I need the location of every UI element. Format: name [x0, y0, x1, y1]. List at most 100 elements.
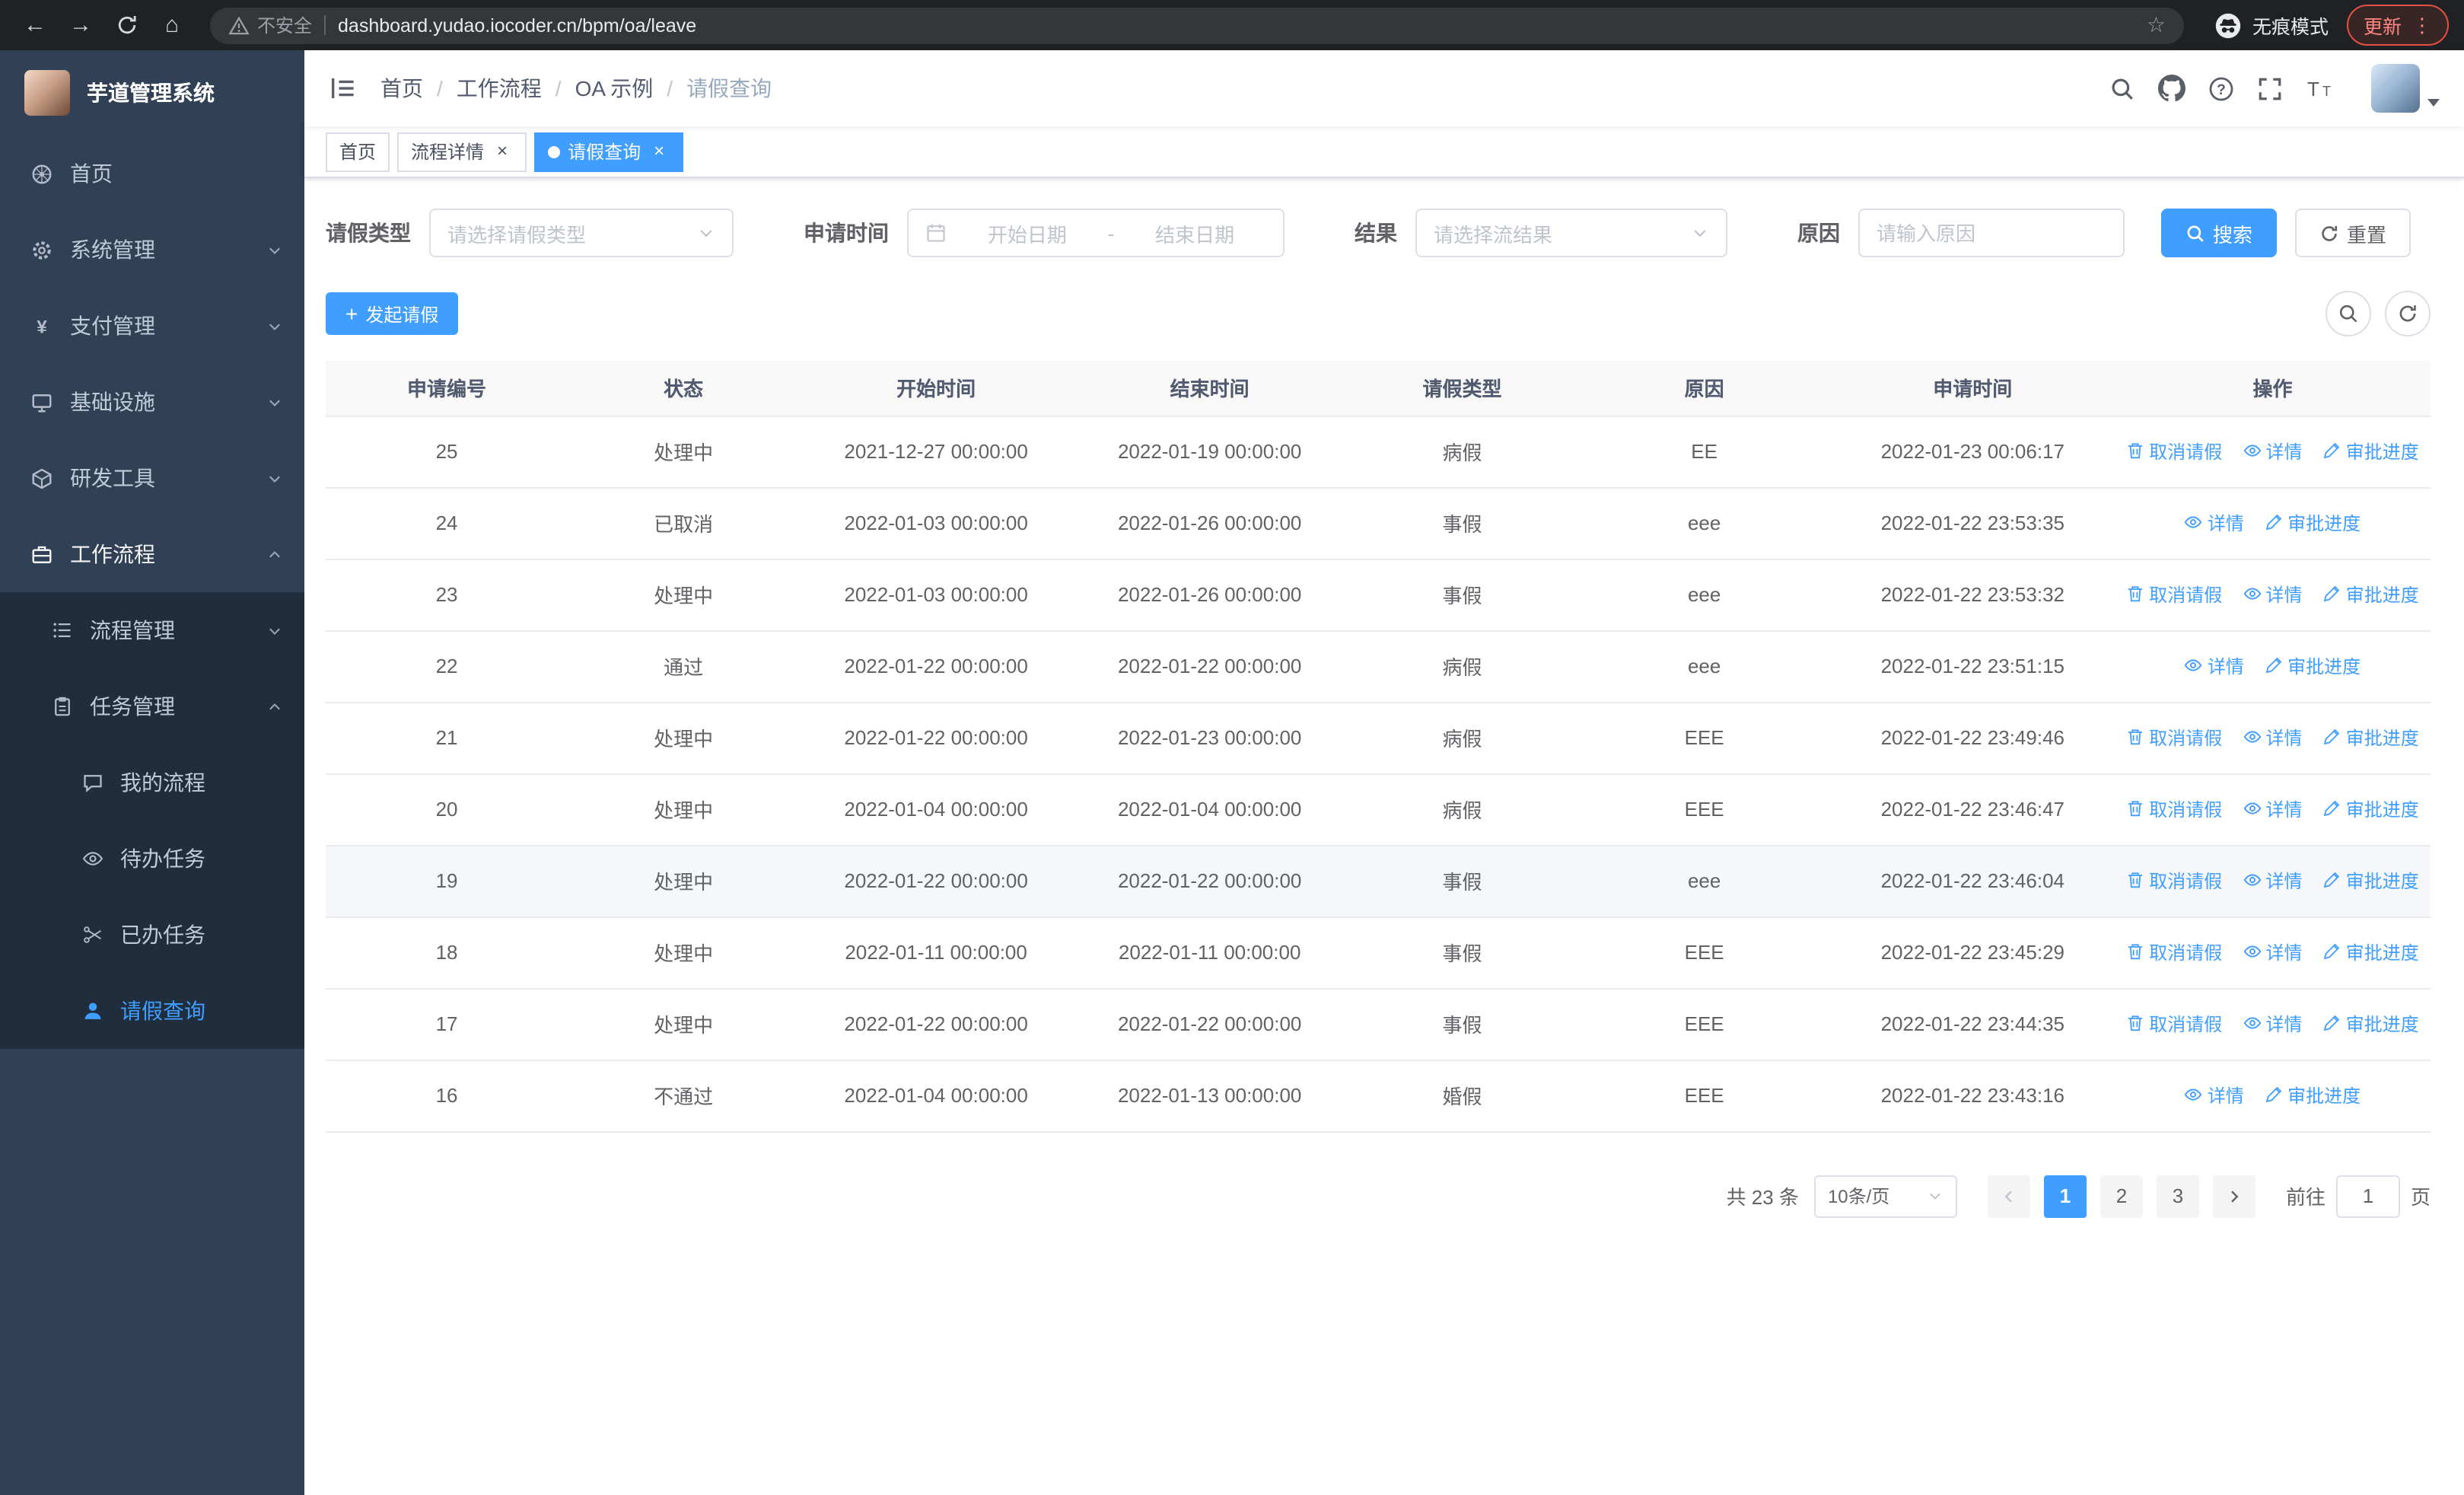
result-select[interactable]: 请选择流结果	[1415, 209, 1727, 257]
page-button-1[interactable]: 1	[2043, 1175, 2087, 1217]
page-content: 请假类型 请选择请假类型 申请时间 开始日期 - 结束日期 结果 请选择流结果 …	[304, 178, 2464, 1495]
cancel-leave-link[interactable]: 取消请假	[2126, 725, 2222, 751]
approval-progress-link[interactable]: 审批进度	[2265, 653, 2361, 679]
avatar[interactable]	[2371, 64, 2420, 113]
end-date-input[interactable]: 结束日期	[1123, 218, 1266, 247]
approval-progress-link[interactable]: 审批进度	[2323, 796, 2419, 822]
approval-progress-link[interactable]: 审批进度	[2323, 582, 2419, 607]
detail-link[interactable]: 详情	[2185, 1082, 2244, 1108]
tab-process-detail[interactable]: 流程详情 ×	[397, 132, 527, 171]
detail-link[interactable]: 详情	[2243, 1011, 2303, 1037]
edit-icon	[2324, 1015, 2341, 1031]
update-label: 更新	[2363, 17, 2402, 38]
detail-link[interactable]: 详情	[2243, 868, 2303, 894]
approval-progress-link[interactable]: 审批进度	[2323, 725, 2419, 751]
reload-icon[interactable]	[107, 5, 146, 45]
cancel-leave-link[interactable]: 取消请假	[2126, 796, 2222, 822]
address-bar[interactable]: 不安全 dashboard.yudao.iocoder.cn/bpm/oa/le…	[210, 7, 2184, 43]
breadcrumb-workflow[interactable]: 工作流程	[457, 73, 542, 104]
next-page-button[interactable]	[2212, 1175, 2255, 1217]
cell-leave-type: 事假	[1346, 916, 1578, 989]
search-button[interactable]: 搜索	[2161, 209, 2278, 257]
cancel-leave-link[interactable]: 取消请假	[2126, 1011, 2222, 1037]
cancel-leave-link[interactable]: 取消请假	[2126, 582, 2222, 607]
github-icon[interactable]	[2158, 75, 2185, 102]
cell-apply-time: 2022-01-22 23:46:04	[1830, 845, 2115, 917]
sidebar-collapse-icon[interactable]	[329, 75, 356, 102]
detail-link[interactable]: 详情	[2243, 796, 2303, 822]
sidebar-item-my-processes[interactable]: 我的流程	[0, 744, 304, 821]
detail-link[interactable]: 详情	[2185, 510, 2244, 536]
sidebar-item-done-tasks[interactable]: 已办任务	[0, 897, 304, 973]
detail-link[interactable]: 详情	[2243, 582, 2303, 607]
cell-actions: 取消请假 详情 审批进度	[2115, 416, 2431, 488]
approval-progress-link[interactable]: 审批进度	[2265, 1082, 2361, 1108]
search-icon[interactable]	[2109, 75, 2135, 101]
approval-progress-link[interactable]: 审批进度	[2323, 868, 2419, 894]
create-leave-button[interactable]: + 发起请假	[326, 292, 459, 335]
close-icon[interactable]: ×	[492, 140, 513, 162]
sidebar-item-task-management[interactable]: 任务管理	[0, 668, 304, 744]
sidebar-item-workflow[interactable]: 工作流程	[0, 516, 304, 592]
approval-progress-link[interactable]: 审批进度	[2265, 510, 2361, 536]
page-size-select[interactable]: 10条/页	[1813, 1175, 1957, 1217]
edit-icon	[2324, 944, 2341, 960]
cancel-leave-link[interactable]: 取消请假	[2126, 868, 2222, 894]
page-button-2[interactable]: 2	[2099, 1175, 2143, 1217]
approval-progress-link[interactable]: 审批进度	[2323, 939, 2419, 965]
update-button[interactable]: 更新 ⋮	[2346, 5, 2449, 46]
trash-icon	[2128, 944, 2143, 960]
detail-link[interactable]: 详情	[2185, 653, 2244, 679]
sidebar-item-infrastructure[interactable]: 基础设施	[0, 364, 304, 440]
action-label: 审批进度	[2345, 942, 2419, 964]
chevron-down-icon	[697, 224, 715, 242]
col-status: 状态	[568, 361, 800, 416]
approval-progress-link[interactable]: 审批进度	[2323, 438, 2419, 464]
browser-menu-icon[interactable]: ⋮	[2412, 13, 2432, 37]
cell-apply-id: 22	[326, 630, 568, 703]
toggle-search-button[interactable]	[2326, 291, 2371, 336]
font-size-icon[interactable]: TT	[2306, 75, 2336, 101]
breadcrumb-oa-example[interactable]: OA 示例	[575, 73, 654, 104]
detail-link[interactable]: 详情	[2243, 438, 2303, 464]
incognito-icon	[2215, 12, 2241, 38]
close-icon[interactable]: ×	[648, 140, 670, 162]
refresh-table-button[interactable]	[2385, 291, 2431, 336]
tab-home[interactable]: 首页	[326, 132, 390, 171]
fullscreen-icon[interactable]	[2257, 75, 2283, 101]
sidebar-item-todo-tasks[interactable]: 待办任务	[0, 821, 304, 897]
detail-link[interactable]: 详情	[2243, 939, 2303, 965]
prev-page-button[interactable]	[1987, 1175, 2030, 1217]
sidebar-item-home[interactable]: 首页	[0, 135, 304, 212]
goto-page-input[interactable]	[2335, 1175, 2400, 1217]
leave-type-select[interactable]: 请选择请假类型	[429, 209, 734, 257]
breadcrumb-home[interactable]: 首页	[380, 73, 423, 104]
start-date-input[interactable]: 开始日期	[956, 218, 1099, 247]
back-icon[interactable]: ←	[15, 5, 55, 45]
detail-link[interactable]: 详情	[2243, 725, 2303, 751]
reason-input[interactable]	[1860, 210, 2123, 256]
home-icon[interactable]: ⌂	[152, 5, 192, 45]
user-menu[interactable]	[2371, 64, 2440, 113]
sidebar-item-system[interactable]: 系统管理	[0, 212, 304, 288]
reset-button[interactable]: 重置	[2295, 209, 2411, 257]
sidebar-item-devtools[interactable]: 研发工具	[0, 440, 304, 516]
cancel-leave-link[interactable]: 取消请假	[2126, 438, 2222, 464]
sidebar-item-payment[interactable]: ¥ 支付管理	[0, 288, 304, 364]
sidebar-item-process-management[interactable]: 流程管理	[0, 592, 304, 668]
sidebar-logo[interactable]: 芋道管理系统	[0, 50, 304, 135]
col-start-time: 开始时间	[799, 361, 1073, 416]
page-button-3[interactable]: 3	[2156, 1175, 2199, 1217]
tab-leave-query[interactable]: 请假查询 ×	[534, 132, 684, 171]
cancel-leave-link[interactable]: 取消请假	[2126, 939, 2222, 965]
approval-progress-link[interactable]: 审批进度	[2323, 1011, 2419, 1037]
action-label: 详情	[2265, 942, 2303, 964]
help-icon[interactable]: ?	[2208, 75, 2234, 101]
bookmark-star-icon[interactable]: ☆	[2147, 12, 2166, 38]
security-status[interactable]: 不安全	[228, 12, 312, 38]
sidebar-item-leave-query[interactable]: 请假查询	[0, 973, 304, 1049]
action-label: 审批进度	[2345, 441, 2419, 463]
trash-icon	[2128, 729, 2143, 745]
date-range-picker[interactable]: 开始日期 - 结束日期	[907, 209, 1285, 257]
forward-icon[interactable]: →	[61, 5, 100, 45]
